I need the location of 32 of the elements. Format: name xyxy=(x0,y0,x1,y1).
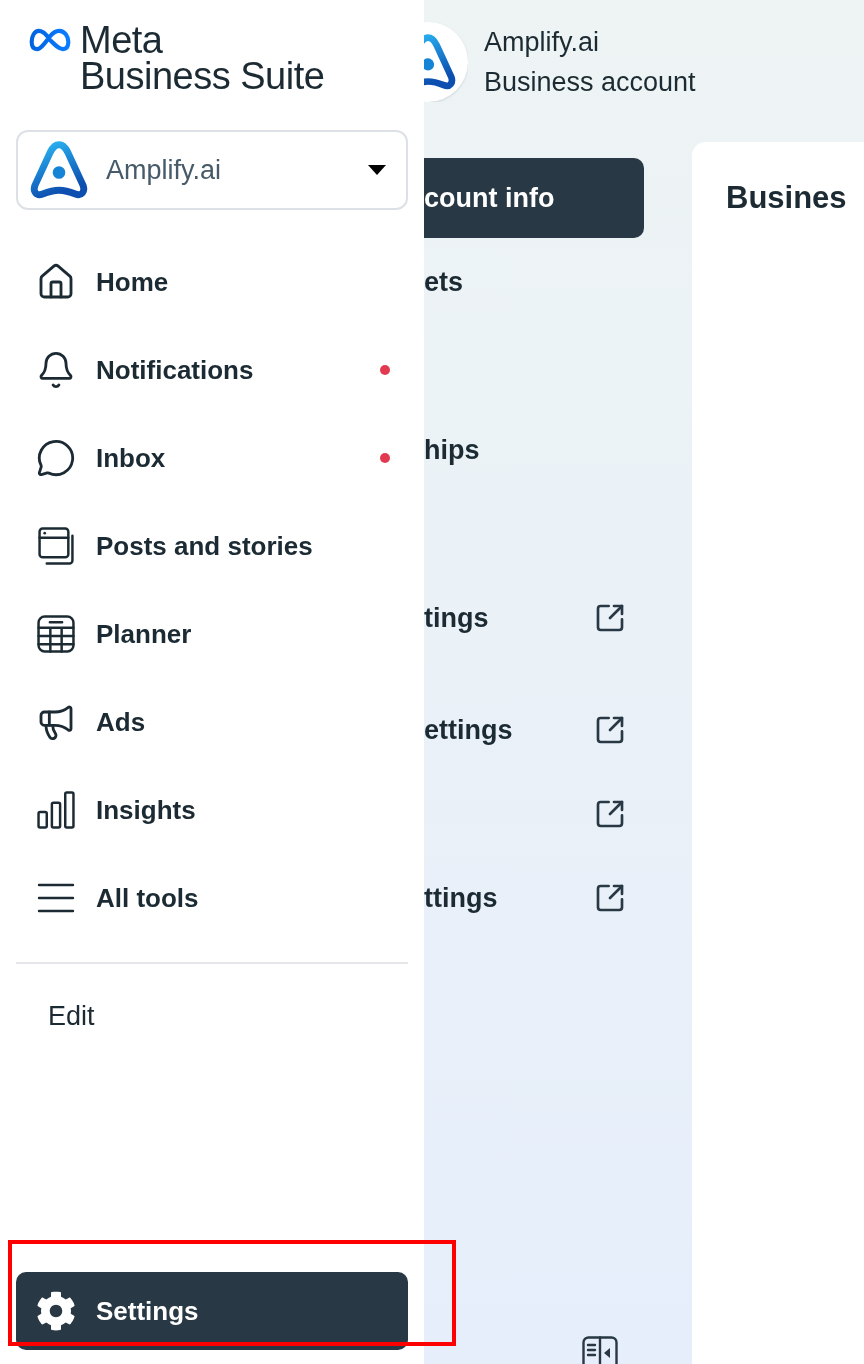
sidebar-nav-item[interactable]: Home xyxy=(16,238,408,326)
settings-nav-item[interactable]: Settings xyxy=(16,1272,408,1350)
caret-down-icon xyxy=(368,165,386,175)
menu-icon xyxy=(37,883,75,913)
settings-nav-link[interactable]: ettings xyxy=(424,688,644,772)
bar-chart-icon xyxy=(37,791,75,829)
account-selector[interactable]: Amplify.ai xyxy=(16,130,408,210)
account-type: Business account xyxy=(484,66,696,99)
sidebar-nav-item[interactable]: Ads xyxy=(16,678,408,766)
gear-icon xyxy=(36,1291,76,1331)
settings-nav-link[interactable]: count info xyxy=(424,158,644,238)
sidebar-nav-item[interactable]: Inbox xyxy=(16,414,408,502)
brand-product-name: Business Suite xyxy=(80,58,325,94)
settings-nav-link[interactable]: tings xyxy=(424,576,644,660)
edit-link[interactable]: Edit xyxy=(32,992,111,1040)
brand-name: Meta xyxy=(80,22,163,58)
settings-nav-link[interactable]: hips xyxy=(424,408,644,492)
account-logo-icon xyxy=(30,141,88,199)
panel-toggle-icon[interactable] xyxy=(582,1336,618,1364)
sidebar-nav-item[interactable]: Insights xyxy=(16,766,408,854)
infinity-logo-icon xyxy=(28,27,72,53)
chat-bubble-icon xyxy=(36,438,76,478)
sidebar-nav-item[interactable]: Notifications xyxy=(16,326,408,414)
card-title: Busines xyxy=(726,179,848,217)
settings-nav-link[interactable]: ets xyxy=(424,240,644,324)
calendar-grid-icon xyxy=(37,615,75,653)
sidebar-nav-item[interactable]: Planner xyxy=(16,590,408,678)
sidebar-nav-item[interactable]: All tools xyxy=(16,854,408,942)
settings-nav-link[interactable]: ttings xyxy=(424,856,644,940)
account-name: Amplify.ai xyxy=(484,26,600,59)
stacked-cards-icon xyxy=(38,527,74,565)
sidebar-nav-item[interactable]: Posts and stories xyxy=(16,502,408,590)
